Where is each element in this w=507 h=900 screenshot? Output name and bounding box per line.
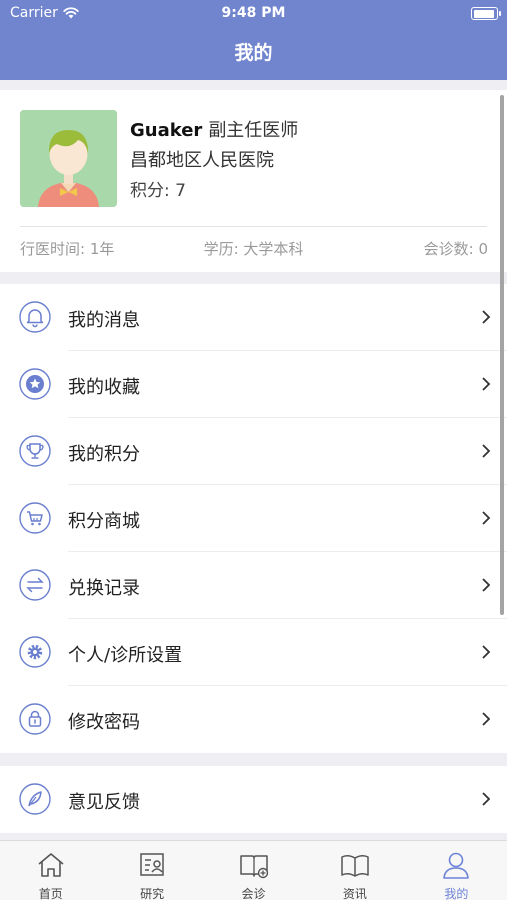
exchange-icon	[19, 569, 51, 601]
doctor-title: 副主任医师	[208, 120, 299, 141]
tab-bar: 首页 研究 会诊 资讯 我的	[0, 840, 507, 900]
consult-count: 会诊数: 0	[423, 240, 488, 258]
tab-consult[interactable]: 会诊	[203, 841, 304, 900]
status-bar: Carrier 9:48 PM	[0, 0, 507, 28]
tab-home[interactable]: 首页	[0, 841, 101, 900]
menu-group-feedback: 意见反馈	[0, 766, 507, 833]
star-icon	[19, 368, 51, 400]
top-bar: Carrier 9:48 PM 我的	[0, 0, 507, 80]
menu-item-label: 兑换记录	[68, 578, 140, 599]
home-icon	[38, 853, 64, 877]
menu-item-points-mall[interactable]: 积分商城	[0, 485, 507, 552]
menu-item-settings[interactable]: 个人/诊所设置	[0, 619, 507, 686]
bell-icon	[19, 301, 51, 333]
menu-item-label: 修改密码	[68, 712, 140, 733]
page-title: 我的	[234, 42, 273, 64]
menu-item-label: 我的消息	[68, 310, 140, 331]
chevron-right-icon	[482, 792, 491, 806]
tab-label: 资讯	[342, 887, 367, 900]
menu-item-label: 我的积分	[68, 444, 140, 465]
consult-icon	[239, 855, 268, 879]
points-label: 积分: 7	[130, 181, 186, 201]
profile-card[interactable]: Guaker 副主任医师 昌都地区人民医院 积分: 7 行医时间: 1年 学历: …	[0, 90, 507, 272]
menu-item-label: 我的收藏	[68, 377, 140, 398]
lock-icon	[19, 703, 51, 735]
user-icon	[443, 852, 470, 879]
doctor-avatar-icon	[20, 110, 117, 207]
tab-label: 首页	[38, 887, 63, 900]
research-icon	[140, 853, 164, 876]
menu-item-points[interactable]: 我的积分	[0, 418, 507, 485]
doctor-name-line: Guaker 副主任医师	[130, 116, 298, 142]
menu-item-label: 个人/诊所设置	[68, 645, 183, 666]
chevron-right-icon	[482, 578, 491, 592]
chevron-right-icon	[482, 444, 491, 458]
menu-item-change-password[interactable]: 修改密码	[0, 686, 507, 753]
divider	[20, 226, 487, 227]
tab-label: 会诊	[241, 887, 266, 900]
book-icon	[341, 854, 369, 877]
menu-item-messages[interactable]: 我的消息	[0, 284, 507, 351]
feather-icon	[19, 783, 51, 815]
chevron-right-icon	[482, 712, 491, 726]
menu-item-favorites[interactable]: 我的收藏	[0, 351, 507, 418]
scrollbar[interactable]	[500, 95, 504, 615]
chevron-right-icon	[482, 645, 491, 659]
tab-research[interactable]: 研究	[101, 841, 202, 900]
menu-item-label: 积分商城	[68, 511, 140, 532]
tab-label: 研究	[140, 887, 165, 900]
menu-item-label: 意见反馈	[68, 792, 140, 813]
battery-icon	[471, 7, 501, 20]
tab-mine[interactable]: 我的	[406, 841, 507, 900]
hospital-name: 昌都地区人民医院	[130, 150, 274, 171]
chevron-right-icon	[482, 511, 491, 525]
menu-item-feedback[interactable]: 意见反馈	[0, 766, 507, 833]
doctor-name: Guaker	[130, 120, 203, 141]
status-time: 9:48 PM	[221, 5, 286, 21]
gear-icon	[19, 636, 51, 668]
trophy-icon	[19, 435, 51, 467]
cart-icon	[19, 502, 51, 534]
menu-group-main: 我的消息 我的收藏 我的积分 积分商城 兑换记录 个人/诊所设置 修改密码	[0, 284, 507, 753]
avatar[interactable]	[20, 110, 117, 207]
tab-news[interactable]: 资讯	[304, 841, 405, 900]
chevron-right-icon	[482, 310, 491, 324]
menu-item-exchange-records[interactable]: 兑换记录	[0, 552, 507, 619]
chevron-right-icon	[482, 377, 491, 391]
tab-label: 我的	[444, 887, 469, 900]
